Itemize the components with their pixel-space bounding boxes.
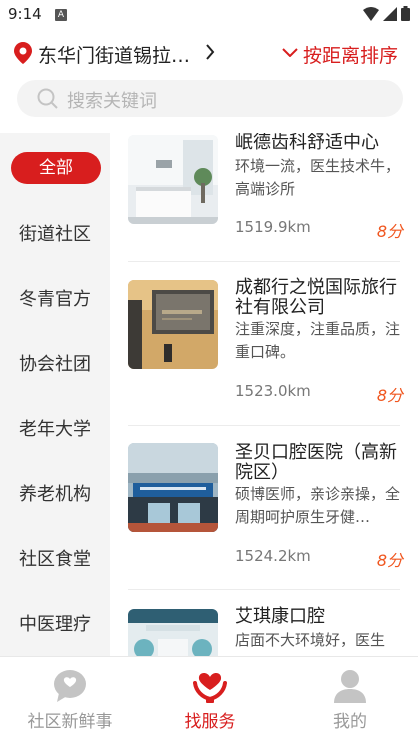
sidebar-item-all[interactable]: 全部 <box>11 152 101 184</box>
service-description: 硕博医师，亲诊亲操，全周期呵护原生牙健… <box>235 485 400 526</box>
tab-label: 社区新鲜事 <box>27 712 113 732</box>
tab-mine[interactable]: 我的 <box>280 657 418 744</box>
sort-by-distance-button[interactable]: 按距离排序 <box>303 41 398 68</box>
search-input[interactable]: 搜索关键词 <box>17 80 403 117</box>
service-thumbnail <box>128 280 218 369</box>
search-icon <box>37 88 58 109</box>
chevron-down-icon[interactable] <box>282 47 298 57</box>
category-sidebar: 全部 街道社区 冬青官方 协会社团 老年大学 养老机构 社区食堂 中医理疗 <box>0 133 110 656</box>
person-icon <box>334 670 366 703</box>
tab-label: 找服务 <box>184 712 236 732</box>
wifi-icon <box>363 6 379 21</box>
tab-find-service[interactable]: 找服务 <box>140 657 280 744</box>
search-placeholder: 搜索关键词 <box>67 91 157 112</box>
service-description: 环境一流，医生技术牛，高端诊所 <box>235 157 401 198</box>
sidebar-item-street-community[interactable]: 街道社区 <box>0 220 110 246</box>
tab-label: 我的 <box>333 712 367 732</box>
service-distance: 1524.2km <box>235 547 311 565</box>
sidebar-item-senior-university[interactable]: 老年大学 <box>0 415 110 441</box>
service-score: 8分 <box>376 551 403 570</box>
service-title: 岷德齿科舒适中心 <box>235 133 379 153</box>
chevron-right-icon[interactable] <box>205 44 215 60</box>
service-description: 注重深度，注重品质，注重口碑。 <box>235 320 401 361</box>
service-distance: 1519.9km <box>235 218 311 236</box>
sidebar-item-elderly-care[interactable]: 养老机构 <box>0 480 110 506</box>
chat-bubble-icon <box>54 670 86 702</box>
status-time: 9:14 <box>8 5 42 23</box>
heart-hands-icon <box>193 673 227 703</box>
sidebar-item-associations[interactable]: 协会社团 <box>0 350 110 376</box>
service-distance: 1523.0km <box>235 382 311 400</box>
divider <box>128 261 400 262</box>
location-pin-icon <box>14 42 32 64</box>
divider <box>128 589 400 590</box>
status-bar: 9:14 A <box>0 0 418 30</box>
service-score: 8分 <box>376 386 403 405</box>
status-icons <box>363 6 410 21</box>
sidebar-item-dongqing-official[interactable]: 冬青官方 <box>0 285 110 311</box>
tab-community-news[interactable]: 社区新鲜事 <box>0 657 140 744</box>
signal-icon <box>383 6 397 21</box>
service-thumbnail <box>128 443 218 532</box>
service-thumbnail <box>128 135 218 224</box>
divider <box>128 425 400 426</box>
notification-icon: A <box>55 9 67 21</box>
sidebar-item-tcm-therapy[interactable]: 中医理疗 <box>0 610 110 636</box>
service-title: 成都行之悦国际旅行社有限公司 <box>235 277 397 318</box>
header: 东华门街道锡拉… 按距离排序 <box>0 30 418 76</box>
sidebar-item-community-canteen[interactable]: 社区食堂 <box>0 545 110 571</box>
battery-icon <box>401 6 410 21</box>
service-thumbnail <box>128 609 218 656</box>
service-description: 店面不大环境好，医生 <box>235 631 386 649</box>
location-selector[interactable]: 东华门街道锡拉… <box>38 41 190 68</box>
service-list: 岷德齿科舒适中心 环境一流，医生技术牛，高端诊所 1519.9km 8分 成都行… <box>110 133 418 656</box>
bottom-tab-bar: 社区新鲜事 找服务 我的 <box>0 656 418 744</box>
service-title: 圣贝口腔医院（高新院区） <box>235 442 397 483</box>
service-score: 8分 <box>376 222 403 241</box>
service-title: 艾琪康口腔 <box>235 606 325 627</box>
